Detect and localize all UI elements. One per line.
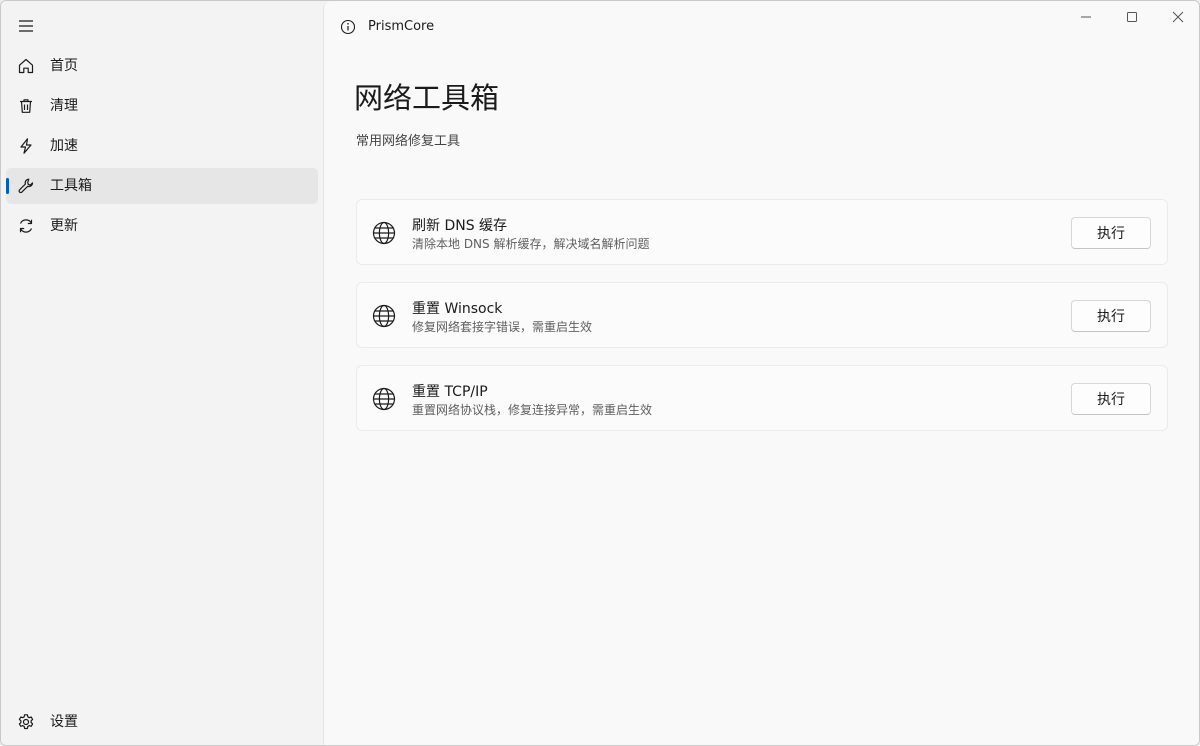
lightning-icon [16,136,36,156]
minimize-icon [1081,16,1091,18]
sidebar-item-label: 加速 [50,138,78,154]
sidebar-item-settings[interactable]: 设置 [6,704,318,740]
refresh-icon [16,216,36,236]
page-title: 网络工具箱 [354,81,500,115]
selection-indicator [6,178,9,194]
app-title: PrismCore [368,19,435,34]
main-content: PrismCore 网络工具箱 常用网络修复工具 刷新 DNS 缓存 清除本地 … [323,1,1199,745]
minimize-button[interactable] [1063,1,1109,33]
sidebar-item-label: 更新 [50,218,78,234]
wrench-icon [16,176,36,196]
close-button[interactable] [1155,1,1199,33]
sidebar-item-label: 设置 [50,714,78,730]
sidebar-item-label: 工具箱 [50,178,92,194]
maximize-button[interactable] [1109,1,1155,33]
tool-card-reset-tcpip: 重置 TCP/IP 重置网络协议栈，修复连接异常，需重启生效 执行 [356,365,1168,431]
tool-description: 修复网络套接字错误，需重启生效 [412,320,593,334]
tool-title: 刷新 DNS 缓存 [412,218,508,234]
sidebar-item-toolbox[interactable]: 工具箱 [6,168,318,204]
tool-description: 重置网络协议栈，修复连接异常，需重启生效 [412,403,653,417]
app-window: 首页 清理 加速 工具箱 更新 设置 PrismCore 网络工具箱 常用网络修… [0,0,1200,746]
home-icon [16,56,36,76]
globe-icon [371,220,397,246]
run-button-reset-tcpip[interactable]: 执行 [1071,383,1151,415]
info-icon [339,18,357,36]
tool-description: 清除本地 DNS 解析缓存，解决域名解析问题 [412,237,650,251]
trash-icon [16,96,36,116]
sidebar-item-update[interactable]: 更新 [6,208,318,244]
gear-icon [16,712,36,732]
sidebar-item-speedup[interactable]: 加速 [6,128,318,164]
sidebar-item-label: 清理 [50,98,78,114]
hamburger-menu-button[interactable] [11,13,41,39]
globe-icon [371,386,397,412]
sidebar-item-clean[interactable]: 清理 [6,88,318,124]
tool-title: 重置 TCP/IP [412,384,488,400]
run-button-reset-winsock[interactable]: 执行 [1071,300,1151,332]
hamburger-icon [19,20,33,32]
tool-card-reset-winsock: 重置 Winsock 修复网络套接字错误，需重启生效 执行 [356,282,1168,348]
sidebar-item-home[interactable]: 首页 [6,48,318,84]
globe-icon [371,303,397,329]
page-subtitle: 常用网络修复工具 [356,134,461,149]
run-button-flush-dns[interactable]: 执行 [1071,217,1151,249]
tool-card-flush-dns: 刷新 DNS 缓存 清除本地 DNS 解析缓存，解决域名解析问题 执行 [356,199,1168,265]
sidebar: 首页 清理 加速 工具箱 更新 设置 [1,1,323,745]
tool-title: 重置 Winsock [412,301,503,317]
sidebar-item-label: 首页 [50,58,78,74]
maximize-icon [1127,12,1137,22]
close-icon [1172,11,1184,23]
